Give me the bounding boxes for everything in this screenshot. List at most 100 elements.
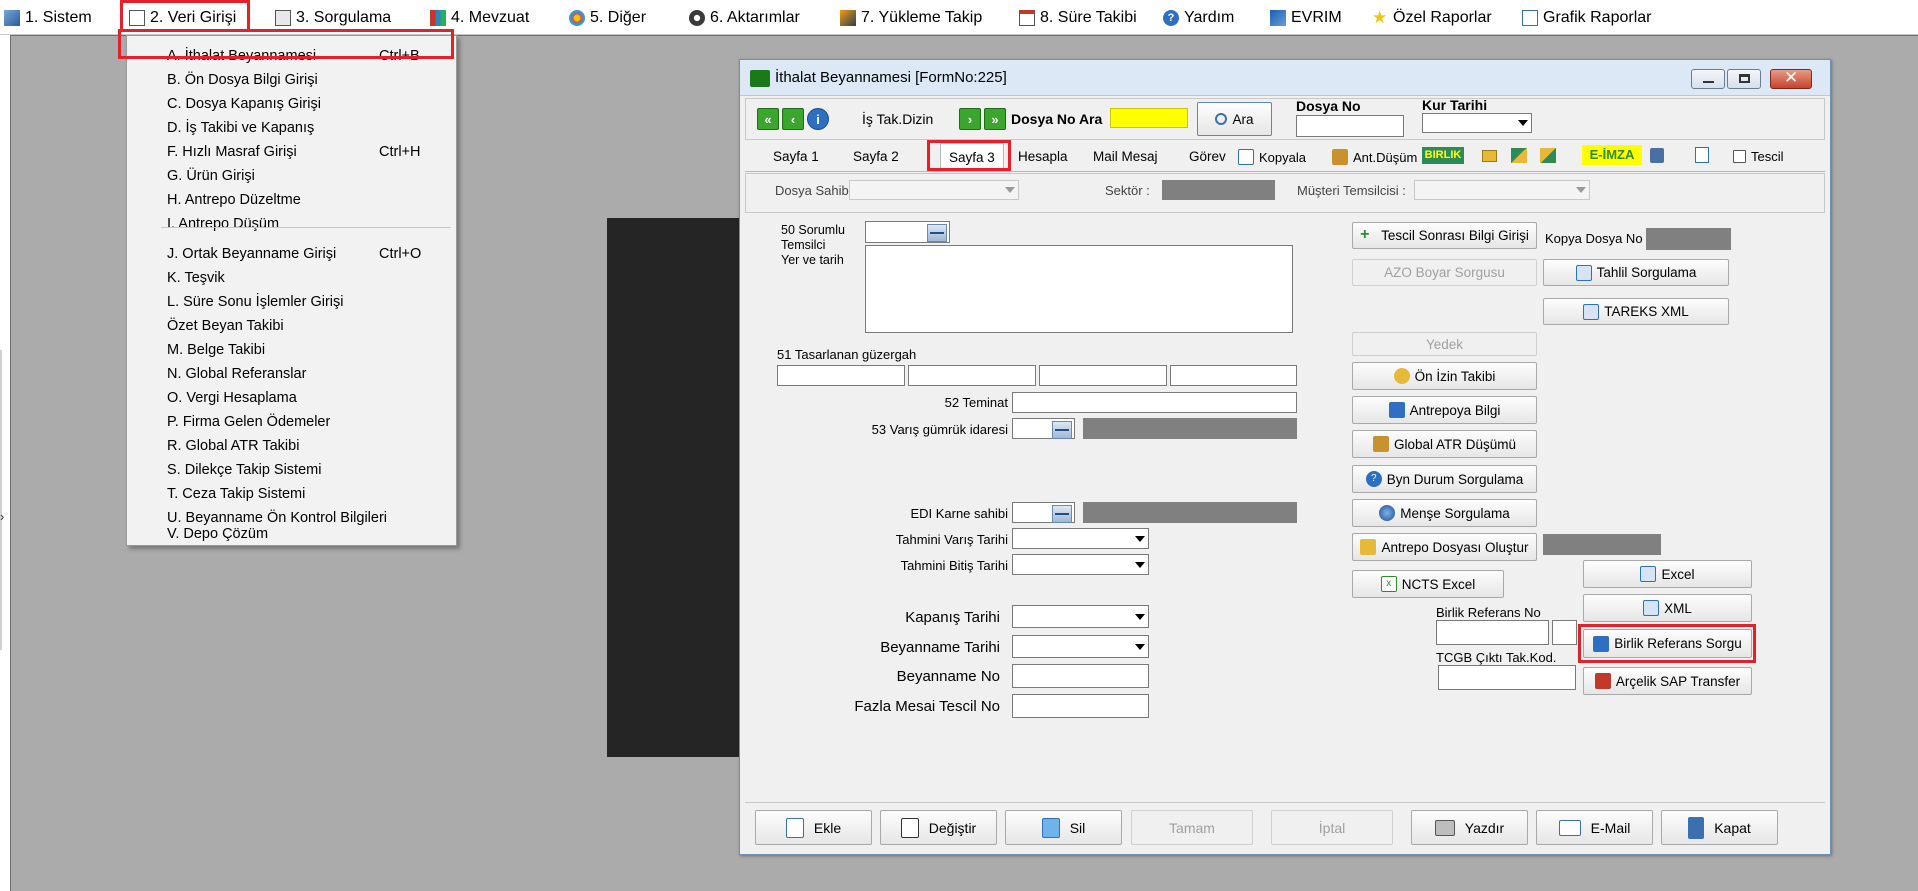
- dd-ortak-beyanname[interactable]: J. Ortak Beyanname Girişi Ctrl+O: [127, 242, 456, 266]
- excel-button[interactable]: Excel: [1583, 560, 1752, 588]
- import-icon[interactable]: [1540, 148, 1556, 163]
- export-icon[interactable]: [1511, 148, 1527, 163]
- dd-sure-sonu[interactable]: L. Süre Sonu İşlemler Girişi: [127, 290, 456, 314]
- maximize-button[interactable]: [1727, 69, 1761, 89]
- menu-ozel-raporlar[interactable]: ★ Özel Raporlar: [1372, 7, 1492, 29]
- tcgb-input[interactable]: [1438, 665, 1576, 690]
- folder-icon[interactable]: [1482, 150, 1497, 162]
- tamam-button[interactable]: Tamam: [1131, 810, 1253, 845]
- mense-button[interactable]: Menşe Sorgulama: [1352, 499, 1537, 527]
- dd-global-atr[interactable]: R. Global ATR Takibi: [127, 434, 456, 458]
- ara-button[interactable]: Ara: [1197, 102, 1272, 136]
- kur-tarihi-select[interactable]: [1422, 113, 1532, 133]
- byn-durum-button[interactable]: ? Byn Durum Sorgulama: [1352, 465, 1537, 493]
- dd-antrepo-dusum[interactable]: I. Antrepo Düşüm: [127, 212, 456, 236]
- menu-evrim[interactable]: EVRIM: [1270, 7, 1342, 29]
- tab-gorev[interactable]: Görev: [1189, 143, 1226, 171]
- dosya-no-input[interactable]: [1296, 115, 1404, 137]
- tab-sayfa-2[interactable]: Sayfa 2: [853, 143, 899, 171]
- global-atr-button[interactable]: Global ATR Düşümü: [1352, 430, 1537, 458]
- info-button[interactable]: i: [807, 108, 829, 130]
- dd-dilekce[interactable]: S. Dilekçe Takip Sistemi: [127, 458, 456, 482]
- first-record-button[interactable]: «: [757, 108, 779, 130]
- arcelik-sap-button[interactable]: Arçelik SAP Transfer: [1583, 667, 1752, 695]
- tahmini-bitis-select[interactable]: [1012, 554, 1149, 575]
- azo-boyar-button[interactable]: AZO Boyar Sorgusu: [1352, 259, 1537, 286]
- menu-mevzuat[interactable]: 4. Mevzuat: [430, 7, 529, 29]
- on-izin-button[interactable]: Ön İzin Takibi: [1352, 362, 1537, 390]
- fazla-mesai-input[interactable]: [1012, 694, 1149, 718]
- menu-sorgulama[interactable]: 3. Sorgulama: [275, 7, 391, 29]
- tescil-checkbox[interactable]: Tescil: [1733, 147, 1784, 165]
- window-titlebar[interactable]: İthalat Beyannamesi [FormNo:225] ✕: [740, 60, 1830, 96]
- dd-ceza-takip[interactable]: T. Ceza Takip Sistemi: [127, 482, 456, 506]
- menu-yardim[interactable]: ? Yardım: [1163, 7, 1234, 29]
- ekle-button[interactable]: Ekle: [755, 810, 872, 845]
- email-button[interactable]: E-Mail: [1536, 810, 1653, 845]
- guzergah-input-2[interactable]: [908, 365, 1036, 386]
- dosya-sahibi-select[interactable]: [849, 180, 1019, 200]
- guzergah-input-3[interactable]: [1039, 365, 1167, 386]
- birlik-ref-no-input[interactable]: [1436, 620, 1549, 645]
- dd-is-takibi[interactable]: D. İş Takibi ve Kapanış: [127, 116, 456, 140]
- degistir-button[interactable]: Değiştir: [880, 810, 997, 845]
- yedek-button[interactable]: Yedek: [1352, 332, 1537, 356]
- lookup-icon[interactable]: [1052, 421, 1072, 439]
- teminat-input[interactable]: [1012, 392, 1297, 413]
- yer-ve-tarih-textarea[interactable]: [865, 245, 1293, 333]
- close-button[interactable]: ✕: [1770, 68, 1812, 89]
- yazdir-button[interactable]: Yazdır: [1411, 810, 1528, 845]
- e-imza-button[interactable]: E-İMZA: [1582, 145, 1642, 165]
- tab-mail-mesaj[interactable]: Mail Mesaj: [1093, 143, 1158, 171]
- lookup-icon[interactable]: [927, 224, 947, 242]
- lookup-icon[interactable]: [1052, 505, 1072, 523]
- dd-tesvik[interactable]: K. Teşvik: [127, 266, 456, 290]
- tab-sayfa-1[interactable]: Sayfa 1: [773, 143, 819, 171]
- antrepoya-bilgi-button[interactable]: Antrepoya Bilgi: [1352, 396, 1537, 424]
- ant-dusum-button[interactable]: Ant.Düşüm: [1332, 146, 1417, 168]
- menu-diger[interactable]: 5. Diğer: [569, 7, 646, 29]
- dd-dosya-kapanis[interactable]: C. Dosya Kapanış Girişi: [127, 92, 456, 116]
- edi-karne-input[interactable]: [1012, 502, 1075, 523]
- kapat-button[interactable]: Kapat: [1661, 810, 1778, 845]
- menu-aktarimlar[interactable]: 6. Aktarımlar: [689, 7, 800, 29]
- next-record-button[interactable]: ›: [959, 108, 981, 130]
- dosya-no-search-input[interactable]: [1110, 108, 1188, 128]
- beyanname-no-input[interactable]: [1012, 664, 1149, 688]
- dd-firma-gelen[interactable]: P. Firma Gelen Ödemeler: [127, 410, 456, 434]
- dd-hizli-masraf[interactable]: F. Hızlı Masraf Girişi Ctrl+H: [127, 140, 456, 164]
- ncts-excel-button[interactable]: x NCTS Excel: [1352, 570, 1504, 598]
- minimize-button[interactable]: [1691, 69, 1725, 89]
- sorumlu-temsilci-input[interactable]: [865, 221, 950, 243]
- antrepo-dosyasi-button[interactable]: Antrepo Dosyası Oluştur: [1352, 533, 1537, 561]
- tahmini-varis-select[interactable]: [1012, 528, 1149, 549]
- document-search-icon[interactable]: [1695, 147, 1709, 163]
- dd-on-dosya[interactable]: B. Ön Dosya Bilgi Girişi: [127, 68, 456, 92]
- last-record-button[interactable]: »: [984, 108, 1006, 130]
- kopyala-button[interactable]: Kopyala: [1238, 146, 1306, 168]
- musteri-temsilcisi-select[interactable]: [1414, 180, 1590, 200]
- xml-button[interactable]: XML: [1583, 594, 1752, 622]
- varis-gumruk-input[interactable]: [1012, 418, 1075, 439]
- prev-record-button[interactable]: ‹: [782, 108, 804, 130]
- tahlil-sorgulama-button[interactable]: Tahlil Sorgulama: [1543, 259, 1729, 286]
- birlik-button[interactable]: BIRLIK: [1422, 147, 1464, 164]
- shield-icon[interactable]: [1650, 148, 1664, 163]
- menu-sure-takibi[interactable]: 8. Süre Takibi: [1019, 7, 1137, 29]
- birlik-ref-small-input[interactable]: [1552, 620, 1577, 645]
- menu-sistem[interactable]: 1. Sistem: [4, 7, 92, 29]
- dd-antrepo-duzeltme[interactable]: H. Antrepo Düzeltme: [127, 188, 456, 212]
- iptal-button[interactable]: İptal: [1271, 810, 1393, 845]
- guzergah-input-1[interactable]: [777, 365, 905, 386]
- kapanis-tarihi-select[interactable]: [1012, 605, 1149, 628]
- tescil-sonrasi-button[interactable]: + Tescil Sonrası Bilgi Girişi: [1352, 222, 1537, 249]
- sil-button[interactable]: Sil: [1005, 810, 1122, 845]
- dd-global-referanslar[interactable]: N. Global Referanslar: [127, 362, 456, 386]
- dd-ozet-beyan[interactable]: Özet Beyan Takibi: [127, 314, 456, 338]
- tab-hesapla[interactable]: Hesapla: [1018, 143, 1068, 171]
- guzergah-input-4[interactable]: [1170, 365, 1297, 386]
- dd-belge-takibi[interactable]: M. Belge Takibi: [127, 338, 456, 362]
- tareks-xml-button[interactable]: TAREKS XML: [1543, 298, 1729, 325]
- menu-yukleme-takip[interactable]: 7. Yükleme Takip: [840, 7, 982, 29]
- menu-grafik-raporlar[interactable]: Grafik Raporlar: [1522, 7, 1651, 29]
